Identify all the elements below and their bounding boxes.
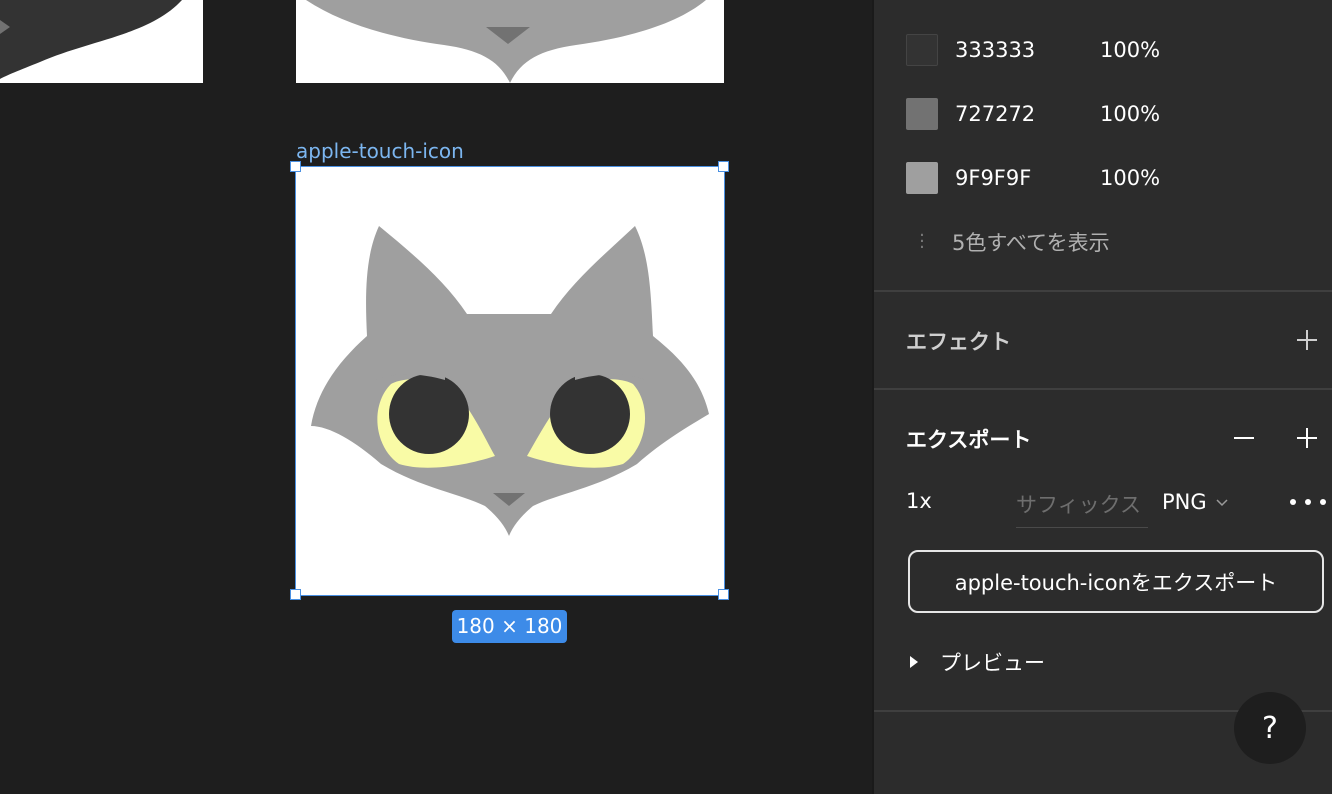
- frame-thumbnail-partial[interactable]: [0, 0, 203, 83]
- frame-name-label[interactable]: apple-touch-icon: [296, 139, 464, 163]
- cat-artwork-partial: [306, 0, 706, 83]
- export-suffix-input[interactable]: [1016, 483, 1148, 528]
- export-section-title: エクスポート: [906, 428, 1032, 452]
- color-hex-value[interactable]: 333333: [955, 38, 1100, 62]
- chevron-down-icon: [1216, 499, 1228, 507]
- remove-export-button[interactable]: [1228, 422, 1260, 454]
- cat-left-pupil: [389, 374, 469, 454]
- minus-icon: [1234, 437, 1254, 439]
- color-swatch[interactable]: [906, 98, 938, 130]
- properties-panel: 333333 100% 727272 100% 9F9F9F 100% · · · …: [872, 0, 1332, 794]
- color-opacity-value[interactable]: 100%: [1100, 166, 1160, 190]
- frame-apple-touch-icon[interactable]: [295, 166, 725, 596]
- add-export-button[interactable]: [1291, 422, 1323, 454]
- color-hex-value[interactable]: 727272: [955, 102, 1100, 126]
- section-divider: [874, 290, 1332, 292]
- resize-handle-bottom-left[interactable]: [290, 589, 301, 600]
- export-button[interactable]: apple-touch-iconをエクスポート: [908, 550, 1324, 613]
- frame-thumbnail-partial[interactable]: [296, 0, 724, 83]
- vertical-dots-icon: · · ·: [919, 225, 925, 258]
- export-format-value: PNG: [1162, 490, 1207, 514]
- export-format-select[interactable]: PNG: [1162, 486, 1229, 518]
- show-all-colors-link[interactable]: · · · 5色すべてを表示: [906, 227, 1110, 257]
- add-effect-button[interactable]: [1291, 324, 1323, 356]
- preview-toggle[interactable]: プレビュー: [910, 648, 1045, 676]
- help-button[interactable]: ?: [1234, 692, 1306, 764]
- resize-handle-top-right[interactable]: [718, 161, 729, 172]
- plus-icon: [1297, 330, 1317, 350]
- color-swatch[interactable]: [906, 34, 938, 66]
- question-mark-icon: ?: [1262, 710, 1278, 746]
- cat-head-shape: [311, 226, 709, 536]
- color-style-row[interactable]: 333333 100%: [906, 34, 1160, 66]
- resize-handle-top-left[interactable]: [290, 161, 301, 172]
- more-horizontal-icon: [1290, 499, 1296, 505]
- color-opacity-value[interactable]: 100%: [1100, 38, 1160, 62]
- triangle-right-icon: [910, 656, 918, 668]
- cat-right-pupil: [550, 374, 630, 454]
- design-canvas[interactable]: apple-touch-icon 180 × 180: [0, 0, 872, 794]
- export-scale-field[interactable]: 1x: [906, 489, 932, 513]
- color-style-row[interactable]: 9F9F9F 100%: [906, 162, 1160, 194]
- section-divider: [874, 388, 1332, 390]
- color-swatch[interactable]: [906, 162, 938, 194]
- cat-face-artwork: [311, 226, 709, 536]
- plus-icon: [1297, 428, 1317, 448]
- color-hex-value[interactable]: 9F9F9F: [955, 166, 1100, 190]
- cat-artwork-partial: [0, 0, 182, 79]
- show-all-colors-label: 5色すべてを表示: [952, 231, 1110, 255]
- effects-section-title: エフェクト: [906, 330, 1011, 354]
- dimensions-badge: 180 × 180: [452, 610, 567, 643]
- color-opacity-value[interactable]: 100%: [1100, 102, 1160, 126]
- color-style-row[interactable]: 727272 100%: [906, 98, 1160, 130]
- preview-label: プレビュー: [940, 651, 1045, 675]
- export-more-options-button[interactable]: [1290, 488, 1326, 516]
- resize-handle-bottom-right[interactable]: [718, 589, 729, 600]
